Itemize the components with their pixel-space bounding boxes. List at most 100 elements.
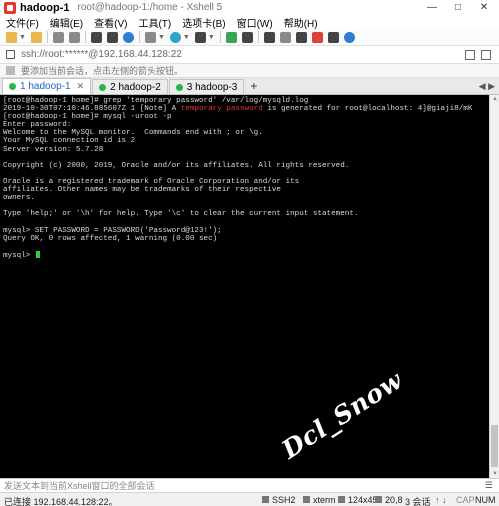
copy-icon[interactable] bbox=[90, 31, 102, 43]
terminal-scrollbar[interactable]: ▲ ▼ bbox=[489, 95, 499, 478]
connect-icon[interactable] bbox=[52, 31, 64, 43]
menu-view[interactable]: 查看(V) bbox=[94, 15, 127, 30]
connected-status-icon bbox=[99, 83, 107, 91]
tab-label: 2 hadoop-2 bbox=[110, 81, 161, 93]
tab-nav-arrows-icon[interactable]: ◀ ▶ bbox=[479, 81, 495, 92]
terminal-line: [root@hadoop-1 home]# grep 'temporary pa… bbox=[3, 97, 309, 105]
add-tab-button[interactable]: + bbox=[245, 79, 262, 94]
menu-tabs[interactable]: 选项卡(B) bbox=[182, 15, 225, 30]
mysql-prompt: mysql> bbox=[3, 251, 35, 260]
new-session-icon[interactable] bbox=[6, 31, 17, 43]
open-folder-icon[interactable] bbox=[30, 31, 42, 43]
toolbar-divider bbox=[138, 31, 140, 43]
terminal-line: Server version: 5.7.28 bbox=[3, 145, 104, 154]
cursor-icon bbox=[375, 496, 382, 503]
dropdown-caret-icon[interactable]: ▼ bbox=[158, 34, 165, 41]
lock-icon[interactable] bbox=[241, 31, 253, 43]
log-suffix: is generated for root@localhost: 4]@giaj… bbox=[262, 105, 473, 114]
terminal-output[interactable]: [root@hadoop-1 home]# grep 'temporary pa… bbox=[0, 95, 489, 478]
dropdown-caret-icon[interactable]: ▼ bbox=[208, 34, 215, 41]
xftp-icon[interactable] bbox=[225, 31, 237, 43]
disconnect-icon[interactable] bbox=[68, 31, 80, 43]
globe-icon[interactable] bbox=[169, 31, 181, 43]
term-label: xterm bbox=[313, 495, 336, 505]
window-title: hadoop-1 bbox=[20, 1, 70, 14]
toolbar-divider bbox=[46, 31, 48, 43]
paste-icon[interactable] bbox=[106, 31, 118, 43]
find-icon[interactable] bbox=[122, 31, 134, 43]
toolbar-divider bbox=[84, 31, 86, 43]
tab-hadoop-2[interactable]: 2 hadoop-2 bbox=[92, 79, 168, 94]
print-icon[interactable] bbox=[144, 31, 156, 43]
minimize-button[interactable]: — bbox=[419, 0, 445, 15]
title-bar: hadoop-1 root@hadoop-1:/home - Xshell 5 … bbox=[0, 0, 499, 15]
caps-indicator: CAP bbox=[456, 495, 475, 505]
scroll-down-icon[interactable]: ▼ bbox=[492, 471, 498, 477]
bookmark-icon[interactable] bbox=[6, 66, 15, 75]
scroll-up-icon[interactable]: ▲ bbox=[492, 96, 498, 102]
terminal-prompt-line: mysql> bbox=[3, 250, 489, 260]
cursor-position: 20,8 bbox=[375, 495, 403, 505]
xshell-logo-icon bbox=[4, 1, 16, 14]
status-bar: 已连接 192.168.44.128:22。 SSH2 xterm 124x45… bbox=[0, 492, 499, 506]
ssh-icon bbox=[262, 496, 269, 503]
layout-icon[interactable] bbox=[295, 31, 307, 43]
terminal-line: mysql> SET PASSWORD = PASSWORD('Password… bbox=[3, 226, 222, 235]
tab-label: 1 hadoop-1 bbox=[20, 81, 71, 92]
terminal-line: Query OK, 0 rows affected, 1 warning (0.… bbox=[3, 234, 218, 243]
connected-status-icon bbox=[9, 83, 16, 90]
menu-file[interactable]: 文件(F) bbox=[6, 15, 39, 30]
compose-menu-icon[interactable]: ☰ bbox=[485, 480, 493, 491]
connection-status: 已连接 192.168.44.128:22。 bbox=[4, 497, 118, 506]
comment-icon[interactable] bbox=[327, 31, 339, 43]
maximize-button[interactable]: □ bbox=[445, 0, 471, 15]
connected-status-icon bbox=[175, 83, 183, 91]
menu-window[interactable]: 窗口(W) bbox=[237, 15, 273, 30]
address-go-icon[interactable] bbox=[481, 49, 491, 60]
address-bar: ssh://root:******@192.168.44.128:22 bbox=[0, 46, 499, 64]
address-input[interactable]: ssh://root:******@192.168.44.128:22 bbox=[21, 49, 182, 60]
terminal-type: xterm bbox=[303, 495, 336, 505]
font-icon[interactable] bbox=[194, 31, 206, 43]
compose-input[interactable]: 发送文本到当前Xshell窗口的全部会话 bbox=[4, 479, 155, 492]
terminal-line: Oracle is a registered trademark of Orac… bbox=[3, 177, 300, 186]
terminal-line: Enter password: bbox=[3, 121, 72, 130]
address-dropdown-icon[interactable] bbox=[465, 49, 475, 60]
keyboard-icon[interactable] bbox=[263, 31, 275, 43]
cursor-pos-label: 20,8 bbox=[385, 495, 403, 505]
tab-hadoop-3[interactable]: 3 hadoop-3 bbox=[168, 79, 245, 94]
terminal-size: 124x45 bbox=[338, 495, 378, 505]
dropdown-caret-icon[interactable]: ▼ bbox=[183, 34, 190, 41]
dropdown-caret-icon[interactable]: ▼ bbox=[19, 34, 26, 41]
size-label: 124x45 bbox=[348, 495, 378, 505]
terminal-line: owners. bbox=[3, 194, 35, 203]
session-hint-bar: 要添加当前会话，点击左侧的箭头按钮。 bbox=[0, 64, 499, 78]
terminal-log-line: 2019-10-30T07:10:46.885607Z 1 [Note] A t… bbox=[3, 105, 489, 113]
lock-icon bbox=[6, 50, 15, 59]
close-tab-icon[interactable]: ✕ bbox=[77, 81, 85, 92]
terminal-line: Welcome to the MySQL monitor. Commands e… bbox=[3, 129, 263, 138]
hint-text: 要添加当前会话，点击左侧的箭头按钮。 bbox=[21, 66, 184, 76]
compose-bar[interactable]: 发送文本到当前Xshell窗口的全部会话 ☰ bbox=[0, 478, 499, 492]
script-icon[interactable] bbox=[311, 31, 323, 43]
arrows-icon[interactable]: ↑ ↓ bbox=[435, 495, 447, 505]
menu-help[interactable]: 帮助(H) bbox=[284, 15, 318, 30]
terminal-cursor bbox=[35, 250, 40, 258]
help-icon[interactable] bbox=[343, 31, 355, 43]
toolbar-divider bbox=[219, 31, 221, 43]
watermark: Dcl_Snow bbox=[276, 365, 408, 465]
fullscreen-icon[interactable] bbox=[279, 31, 291, 43]
scrollbar-thumb[interactable] bbox=[491, 425, 498, 467]
log-highlight: temporary password bbox=[180, 105, 263, 114]
menu-edit[interactable]: 编辑(E) bbox=[50, 15, 83, 30]
resize-icon bbox=[338, 496, 345, 503]
menu-tools[interactable]: 工具(T) bbox=[138, 15, 171, 30]
window-controls: — □ ✕ bbox=[419, 0, 497, 15]
close-button[interactable]: ✕ bbox=[471, 0, 497, 15]
tab-hadoop-1[interactable]: 1 hadoop-1 ✕ bbox=[2, 78, 92, 94]
